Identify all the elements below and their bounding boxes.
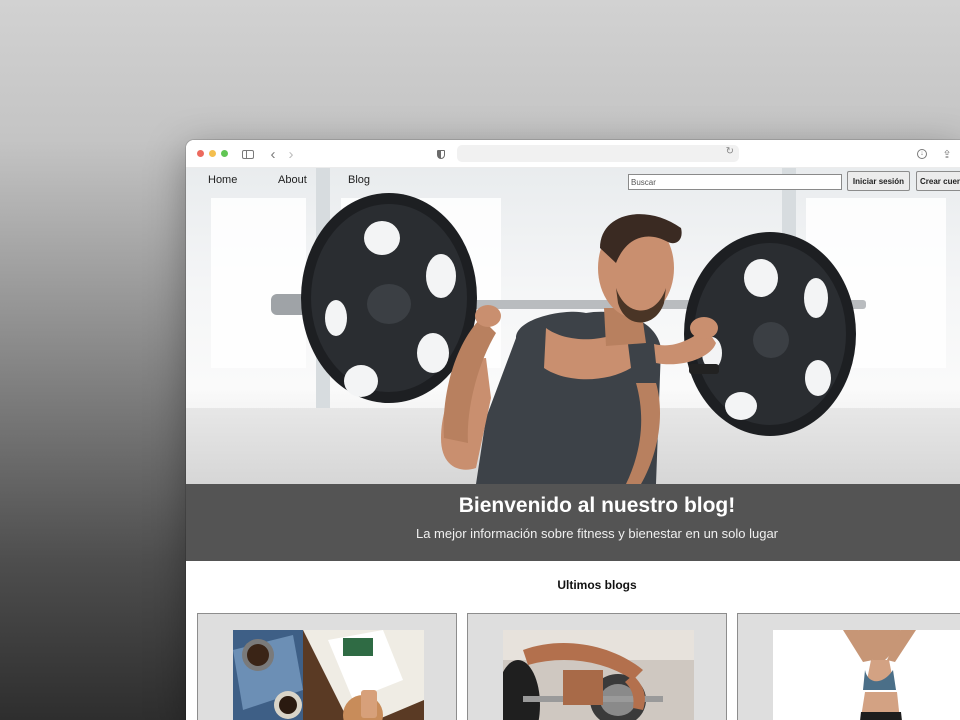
privacy-shield-icon[interactable] <box>436 146 446 162</box>
woman-fitness-photo <box>773 630 960 720</box>
reload-icon[interactable]: ↻ <box>726 146 734 157</box>
back-arrow-icon[interactable]: ‹ <box>268 146 278 163</box>
downloads-icon[interactable]: ↓ <box>916 146 928 162</box>
latest-blogs-heading: Ultimos blogs <box>557 578 637 592</box>
login-button[interactable]: Iniciar sesión <box>847 171 910 191</box>
blog-card-image[interactable] <box>233 630 424 720</box>
weightlifting-photo <box>503 630 694 720</box>
hero-subtitle: La mejor información sobre fitness y bie… <box>415 526 779 541</box>
hero-title: Bienvenido al nuestro blog! <box>458 494 736 517</box>
address-bar[interactable]: ↻ <box>457 145 739 162</box>
coffee-table-photo <box>233 630 424 720</box>
search-input[interactable] <box>628 174 842 190</box>
fitness-watch <box>689 364 719 374</box>
blog-card-image[interactable] <box>773 630 960 720</box>
hero-banner: Bienvenido al nuestro blog! La mejor inf… <box>186 484 960 561</box>
forward-arrow-icon[interactable]: › <box>286 146 296 163</box>
browser-window: ‹ › ↻ ↓ ⇪ Home About Blog Buscar Iniciar… <box>186 140 960 720</box>
site-nav: Home About Blog Iniciar sesión Crear cue… <box>186 168 960 196</box>
signup-button[interactable]: Crear cuenta <box>916 171 960 191</box>
blog-card-image[interactable] <box>503 630 694 720</box>
browser-toolbar: ‹ › ↻ ↓ ⇪ <box>186 140 960 168</box>
blog-card[interactable] <box>737 613 960 720</box>
nav-link-home[interactable]: Home <box>208 174 237 186</box>
weightlifter-illustration <box>271 193 866 484</box>
hero-image: Home About Blog Iniciar sesión Crear cue… <box>186 168 960 484</box>
sidebar-toggle-icon[interactable] <box>242 146 254 162</box>
athlete-figure <box>441 214 719 484</box>
blog-card[interactable] <box>197 613 457 720</box>
blog-card[interactable] <box>467 613 727 720</box>
nav-link-blog[interactable]: Blog <box>348 174 370 186</box>
close-window-button[interactable] <box>197 150 204 157</box>
zoom-window-button[interactable] <box>221 150 228 157</box>
nav-link-about[interactable]: About <box>278 174 307 186</box>
weight-plate-left <box>301 193 477 403</box>
share-icon[interactable]: ⇪ <box>941 146 953 162</box>
minimize-window-button[interactable] <box>209 150 216 157</box>
web-page: Home About Blog Iniciar sesión Crear cue… <box>186 168 960 720</box>
